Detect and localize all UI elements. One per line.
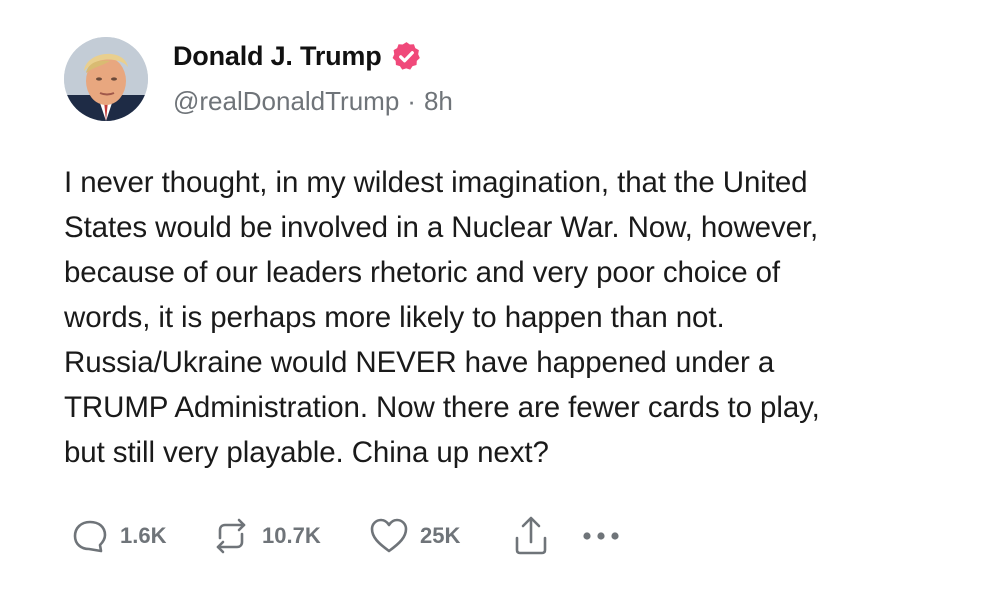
repost-button[interactable]: 10.7K [210,516,368,556]
repost-icon [216,518,246,554]
post-timestamp[interactable]: 8h [424,86,453,117]
reply-icon [73,520,107,553]
like-count: 25K [420,523,461,548]
more-icon [583,532,619,540]
action-bar: 1.6K 10.7K 25K [70,514,629,558]
share-icon [515,516,547,555]
post-text: I never thought, in my wildest imaginati… [64,166,820,469]
heart-icon [370,518,408,553]
author-handle[interactable]: @realDonaldTrump [173,86,399,117]
more-options-button[interactable] [579,526,629,546]
like-button[interactable]: 25K [368,516,511,556]
avatar[interactable] [64,37,148,121]
author-name-row: Donald J. Trump [173,38,423,74]
reply-count: 1.6K [120,523,167,548]
author-meta: @realDonaldTrump · 8h [173,86,453,117]
avatar-image [64,37,148,121]
post-card: Donald J. Trump @realDonaldTrump · 8h I … [0,0,991,596]
reply-button[interactable]: 1.6K [70,516,210,556]
verified-badge-icon [390,40,423,73]
meta-separator: · [407,86,416,116]
repost-count: 10.7K [262,523,321,548]
share-button[interactable] [511,514,579,558]
author-display-name[interactable]: Donald J. Trump [173,41,382,72]
